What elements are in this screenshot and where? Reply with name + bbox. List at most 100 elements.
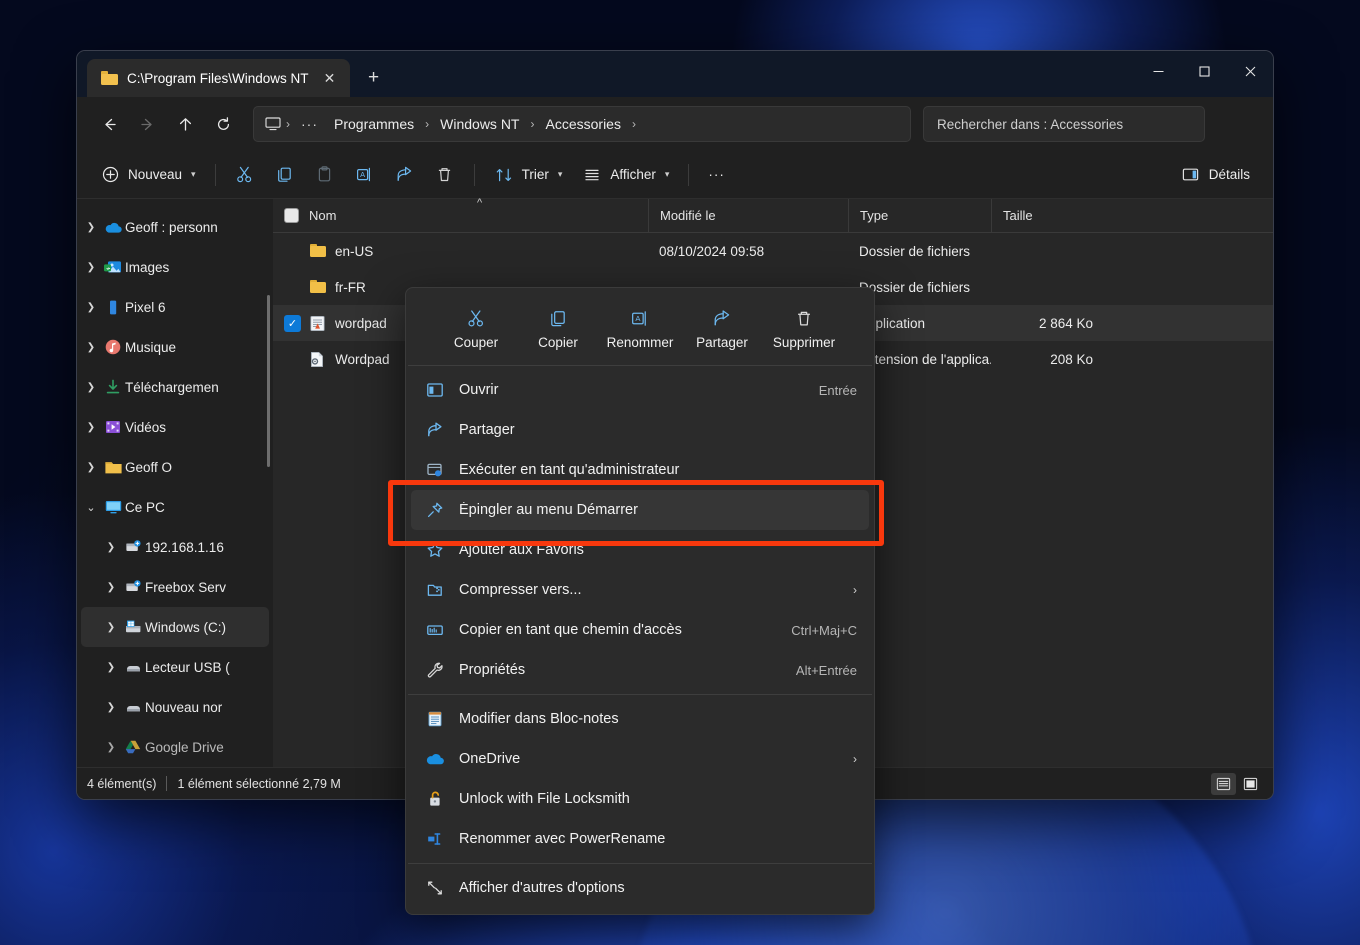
details-pane-button[interactable]: Détails — [1172, 158, 1259, 192]
large-icons-view-toggle[interactable] — [1238, 773, 1263, 795]
context-menu-item-proprietes[interactable]: Propriétés Alt+Entrée — [411, 650, 869, 690]
delete-button[interactable] — [426, 158, 464, 192]
breadcrumb-accessories[interactable]: Accessories — [539, 113, 628, 135]
open-window-icon — [425, 380, 445, 400]
column-header-type[interactable]: Type — [848, 199, 991, 232]
context-menu-item-powerrename[interactable]: Renommer avec PowerRename — [411, 819, 869, 859]
sidebar-item-ce-pc[interactable]: ⌄ Ce PC — [81, 487, 269, 527]
search-input[interactable]: Rechercher dans : Accessories — [923, 106, 1205, 142]
row-checkbox[interactable]: ✓ — [284, 314, 301, 332]
breadcrumb-overflow-button[interactable]: ··· — [294, 116, 325, 132]
chevron-right-icon[interactable]: ❯ — [81, 262, 101, 273]
sort-button[interactable]: Trier ▾ — [485, 158, 572, 192]
rename-button[interactable]: A — [346, 158, 384, 192]
minimize-button[interactable] — [1135, 51, 1181, 91]
refresh-button[interactable] — [205, 107, 241, 141]
new-button[interactable]: Nouveau ▾ — [91, 158, 205, 192]
chevron-right-icon[interactable]: ❯ — [81, 222, 101, 233]
sidebar-item-pixel6[interactable]: ❯ Pixel 6 — [81, 287, 269, 327]
cut-button[interactable] — [226, 158, 264, 192]
chevron-right-icon[interactable]: ❯ — [81, 342, 101, 353]
context-menu-item-copier-chemin[interactable]: Copier en tant que chemin d'accès Ctrl+M… — [411, 610, 869, 650]
context-menu-item-compresser[interactable]: Compresser vers... › — [411, 570, 869, 610]
sidebar-item-musique[interactable]: ❯ Musique — [81, 327, 269, 367]
chevron-right-icon[interactable]: ❯ — [101, 702, 121, 713]
details-view-toggle[interactable] — [1211, 772, 1236, 795]
maximize-button[interactable] — [1181, 51, 1227, 91]
submenu-arrow-icon: › — [853, 752, 857, 766]
sidebar-scrollbar[interactable] — [267, 295, 270, 467]
context-rename-button[interactable]: A Renommer — [603, 302, 677, 355]
chevron-right-icon[interactable]: ❯ — [101, 622, 121, 633]
chevron-right-icon[interactable]: ❯ — [81, 382, 101, 393]
wordpad-app-icon — [309, 315, 327, 332]
copy-button[interactable] — [266, 158, 304, 192]
sidebar-item-label: Geoff : personn — [125, 219, 218, 235]
row-checkbox[interactable] — [284, 351, 301, 368]
file-type-cell: Dossier de fichiers — [859, 243, 971, 259]
chevron-right-icon[interactable]: ❯ — [81, 422, 101, 433]
context-menu-item-onedrive[interactable]: OneDrive › — [411, 739, 869, 779]
context-menu-item-ajouter-favoris[interactable]: Ajouter aux Favoris — [411, 530, 869, 570]
share-button[interactable] — [386, 158, 424, 192]
select-all-checkbox[interactable] — [284, 208, 299, 223]
up-button[interactable] — [167, 107, 203, 141]
this-pc-icon[interactable] — [264, 116, 282, 132]
sidebar-item-network-192[interactable]: ❯ 192.168.1.16 — [81, 527, 269, 567]
table-row[interactable]: en-US 08/10/2024 09:58 Dossier de fichie… — [273, 233, 1273, 269]
paste-button[interactable] — [306, 158, 344, 192]
new-tab-button[interactable]: + — [358, 62, 390, 94]
sidebar-item-telechargements[interactable]: ❯ Téléchargemen — [81, 367, 269, 407]
row-checkbox[interactable] — [284, 279, 301, 296]
sidebar-item-nouveau-nom[interactable]: ❯ Nouveau nor — [81, 687, 269, 727]
chevron-down-icon[interactable]: ⌄ — [81, 501, 101, 514]
context-menu-item-epingler-demarrer[interactable]: Épingler au menu Démarrer — [411, 490, 869, 530]
sort-button-label: Trier — [521, 167, 549, 182]
column-header-name[interactable]: Nom — [273, 199, 648, 232]
sidebar-item-videos[interactable]: ❯ Vidéos — [81, 407, 269, 447]
context-menu-item-executer-admin[interactable]: Exécuter en tant qu'administrateur — [411, 450, 869, 490]
breadcrumb-separator: › — [530, 117, 535, 131]
sidebar-item-images[interactable]: ❯ Images — [81, 247, 269, 287]
chevron-right-icon[interactable]: ❯ — [101, 582, 121, 593]
chevron-right-icon[interactable]: ❯ — [101, 542, 121, 553]
explorer-tab[interactable]: C:\Program Files\Windows NT ✕ — [87, 59, 350, 97]
context-menu-item-modifier-bloc-notes[interactable]: Modifier dans Bloc-notes — [411, 699, 869, 739]
more-options-button[interactable]: ··· — [699, 158, 734, 192]
row-checkbox[interactable] — [284, 243, 301, 260]
tab-title: C:\Program Files\Windows NT — [127, 70, 309, 86]
context-menu-item-afficher-autres-options[interactable]: Afficher d'autres d'options — [411, 868, 869, 908]
context-menu-item-partager[interactable]: Partager — [411, 410, 869, 450]
sidebar-item-freebox-server[interactable]: ❯ Freebox Serv — [81, 567, 269, 607]
forward-button[interactable] — [129, 107, 165, 141]
chevron-right-icon[interactable]: ❯ — [81, 302, 101, 313]
chevron-down-icon: ▾ — [557, 169, 563, 179]
breadcrumb-windows-nt[interactable]: Windows NT — [433, 113, 526, 135]
breadcrumb-separator: › — [286, 117, 290, 131]
context-cut-button[interactable]: Couper — [439, 302, 513, 355]
context-share-button[interactable]: Partager — [685, 302, 759, 355]
column-header-size[interactable]: Taille — [991, 199, 1109, 232]
sidebar-item-windows-c[interactable]: ❯ Windows (C:) — [81, 607, 269, 647]
back-button[interactable] — [91, 107, 127, 141]
context-delete-button[interactable]: Supprimer — [767, 302, 841, 355]
context-menu-item-unlock-file-locksmith[interactable]: Unlock with File Locksmith — [411, 779, 869, 819]
chevron-down-icon: ▾ — [664, 169, 670, 179]
sidebar-item-geoff-o[interactable]: ❯ Geoff O — [81, 447, 269, 487]
address-bar[interactable]: › ··· Programmes › Windows NT › Accessor… — [253, 106, 911, 142]
view-button[interactable]: Afficher ▾ — [573, 158, 678, 192]
column-header-modified[interactable]: Modifié le — [648, 199, 848, 232]
close-button[interactable] — [1227, 51, 1273, 91]
sidebar-item-google-drive[interactable]: ❯ Google Drive — [81, 727, 269, 767]
breadcrumb-programmes[interactable]: Programmes — [327, 113, 421, 135]
chevron-right-icon[interactable]: ❯ — [101, 742, 121, 753]
context-copy-button[interactable]: Copier — [521, 302, 595, 355]
context-menu-item-label: Ajouter aux Favoris — [459, 542, 584, 558]
sidebar-item-onedrive[interactable]: ❯ Geoff : personn — [81, 207, 269, 247]
chevron-right-icon[interactable]: ❯ — [81, 462, 101, 473]
chevron-right-icon[interactable]: ❯ — [101, 662, 121, 673]
plus-circle-icon — [100, 165, 120, 185]
close-tab-icon[interactable]: ✕ — [318, 66, 342, 90]
context-menu-item-ouvrir[interactable]: Ouvrir Entrée — [411, 370, 869, 410]
sidebar-item-lecteur-usb[interactable]: ❯ Lecteur USB ( — [81, 647, 269, 687]
